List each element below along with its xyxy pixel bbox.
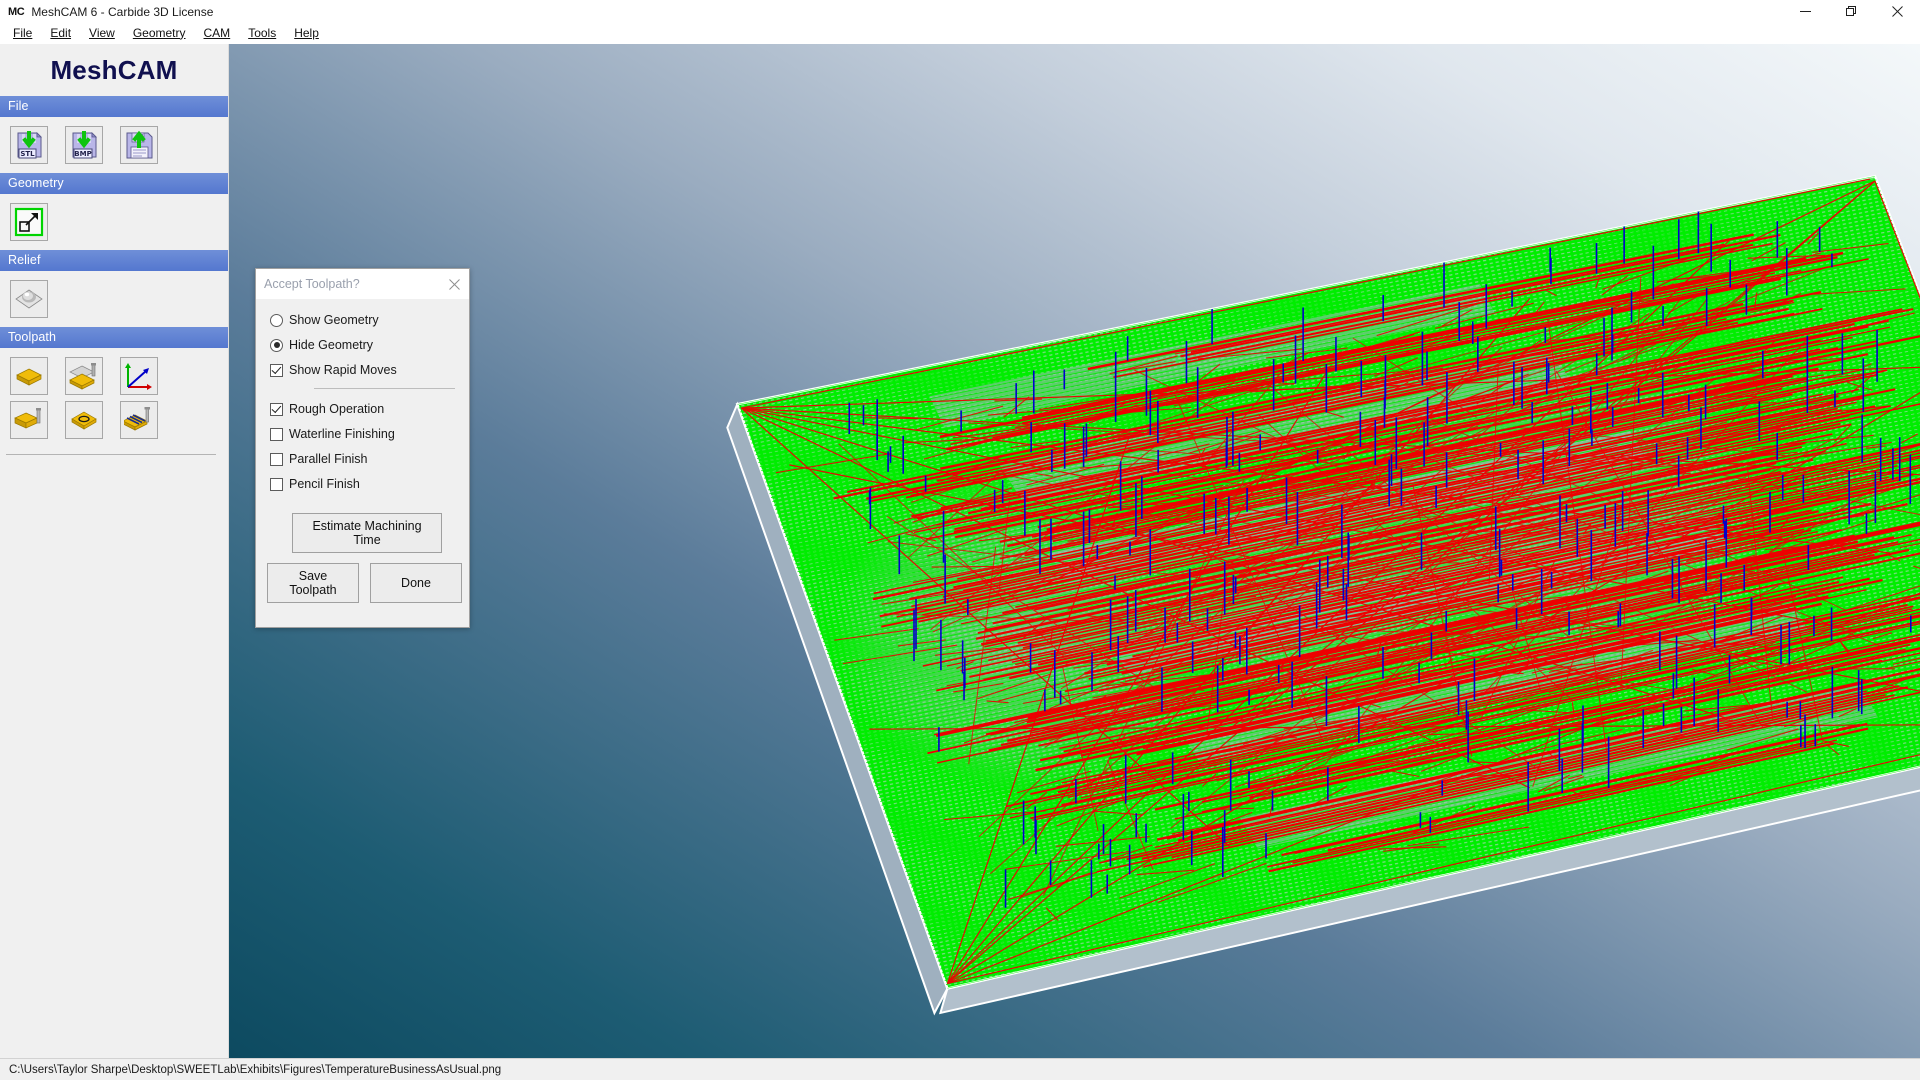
dialog-body: Show Geometry Hide Geometry Show Rapid M… (256, 299, 469, 627)
checkbox-waterline-finishing[interactable] (270, 427, 283, 441)
status-bar: C:\Users\Taylor Sharpe\Desktop\SWEETLab\… (0, 1058, 1920, 1080)
window-controls (1782, 0, 1920, 23)
sidebar-tools-file: STL BMP (0, 117, 228, 173)
option-show-geometry-label: Show Geometry (289, 313, 379, 327)
checkbox-show-rapid-moves[interactable] (270, 363, 283, 377)
menu-help-label: Help (294, 25, 319, 40)
maximize-button[interactable] (1828, 0, 1874, 23)
menu-cam-label: CAM (203, 25, 231, 40)
dialog-close-icon[interactable] (439, 269, 469, 299)
set-origin-button[interactable] (120, 357, 158, 395)
menu-bar: File Edit View Geometry CAM Tools Help (0, 23, 1920, 44)
sidebar-tools-toolpath (0, 348, 228, 448)
option-parallel-finish-label: Parallel Finish (289, 452, 368, 466)
svg-text:STL: STL (20, 150, 35, 158)
close-button[interactable] (1874, 0, 1920, 23)
window-title: MeshCAM 6 - Carbide 3D License (31, 4, 214, 19)
option-pencil-finish[interactable]: Pencil Finish (270, 473, 469, 495)
brand-logo: MeshCAM (50, 55, 178, 85)
accept-toolpath-dialog: Accept Toolpath? Show Geometry Hide Geom… (255, 268, 470, 628)
menu-geometry[interactable]: Geometry (124, 24, 195, 43)
menu-file[interactable]: File (4, 24, 41, 43)
option-pencil-finish-label: Pencil Finish (289, 477, 360, 491)
radio-hide-geometry[interactable] (270, 338, 283, 352)
menu-edit-label: Edit (50, 25, 72, 40)
menu-edit[interactable]: Edit (41, 24, 80, 43)
dialog-title: Accept Toolpath? (264, 277, 360, 291)
sidebar-tools-relief (0, 271, 228, 327)
checkbox-parallel-finish[interactable] (270, 452, 283, 466)
sidebar-tools-geometry (0, 194, 228, 250)
menu-geometry-label: Geometry (132, 25, 186, 40)
sidebar-section-toolpath: Toolpath (0, 327, 228, 348)
option-show-rapid-moves-label: Show Rapid Moves (289, 363, 397, 377)
estimate-wrap: Estimate Machining Time (292, 513, 469, 553)
checkbox-pencil-finish[interactable] (270, 477, 283, 491)
option-show-rapid-moves[interactable]: Show Rapid Moves (270, 359, 469, 381)
dialog-footer: Save Toolpath Done (256, 563, 469, 603)
title-bar: MC MeshCAM 6 - Carbide 3D License (0, 0, 1920, 23)
estimate-machining-time-button[interactable]: Estimate Machining Time (292, 513, 442, 553)
save-toolpath-button[interactable]: Save Toolpath (267, 563, 359, 603)
dialog-title-bar: Accept Toolpath? (256, 269, 469, 299)
option-waterline-finishing[interactable]: Waterline Finishing (270, 423, 469, 445)
waterline-toolpath-button[interactable] (10, 401, 48, 439)
3d-viewport[interactable] (229, 44, 1920, 1058)
sidebar-section-geometry: Geometry (0, 173, 228, 194)
create-relief-button[interactable] (10, 280, 48, 318)
option-parallel-finish[interactable]: Parallel Finish (270, 448, 469, 470)
minimize-button[interactable] (1782, 0, 1828, 23)
option-hide-geometry[interactable]: Hide Geometry (270, 334, 469, 356)
radio-show-geometry[interactable] (270, 313, 283, 327)
toolpath-render (726, 174, 1920, 1016)
app-icon: MC (8, 5, 25, 18)
menu-file-label: File (13, 25, 33, 40)
open-bmp-button[interactable]: BMP (65, 126, 103, 164)
status-file-path: C:\Users\Taylor Sharpe\Desktop\SWEETLab\… (9, 1063, 502, 1076)
save-file-button[interactable] (120, 126, 158, 164)
option-rough-operation[interactable]: Rough Operation (270, 398, 469, 420)
menu-tools[interactable]: Tools (239, 24, 285, 43)
option-rough-operation-label: Rough Operation (289, 402, 385, 416)
define-stock-button[interactable] (10, 357, 48, 395)
checkbox-rough-operation[interactable] (270, 402, 283, 416)
menu-cam[interactable]: CAM (195, 24, 240, 43)
menu-help[interactable]: Help (285, 24, 328, 43)
rough-toolpath-button[interactable] (65, 357, 103, 395)
option-waterline-finishing-label: Waterline Finishing (289, 427, 395, 441)
sidebar: MeshCAM File STL BMP Geometry Relief Too… (0, 44, 229, 1058)
option-show-geometry[interactable]: Show Geometry (270, 309, 469, 331)
dialog-separator (314, 388, 455, 389)
pencil-toolpath-button[interactable] (65, 401, 103, 439)
open-stl-button[interactable]: STL (10, 126, 48, 164)
menu-view-label: View (89, 25, 115, 40)
sidebar-section-file: File (0, 96, 228, 117)
option-hide-geometry-label: Hide Geometry (289, 338, 374, 352)
sidebar-empty-area (0, 455, 228, 1058)
svg-text:BMP: BMP (74, 150, 91, 158)
sidebar-section-relief: Relief (0, 250, 228, 271)
menu-view[interactable]: View (80, 24, 124, 43)
resize-geometry-button[interactable] (10, 203, 48, 241)
menu-tools-label: Tools (248, 25, 277, 40)
done-button[interactable]: Done (370, 563, 462, 603)
meshcam-window: MC MeshCAM 6 - Carbide 3D License File E… (0, 0, 1920, 1080)
parallel-toolpath-button[interactable] (120, 401, 158, 439)
